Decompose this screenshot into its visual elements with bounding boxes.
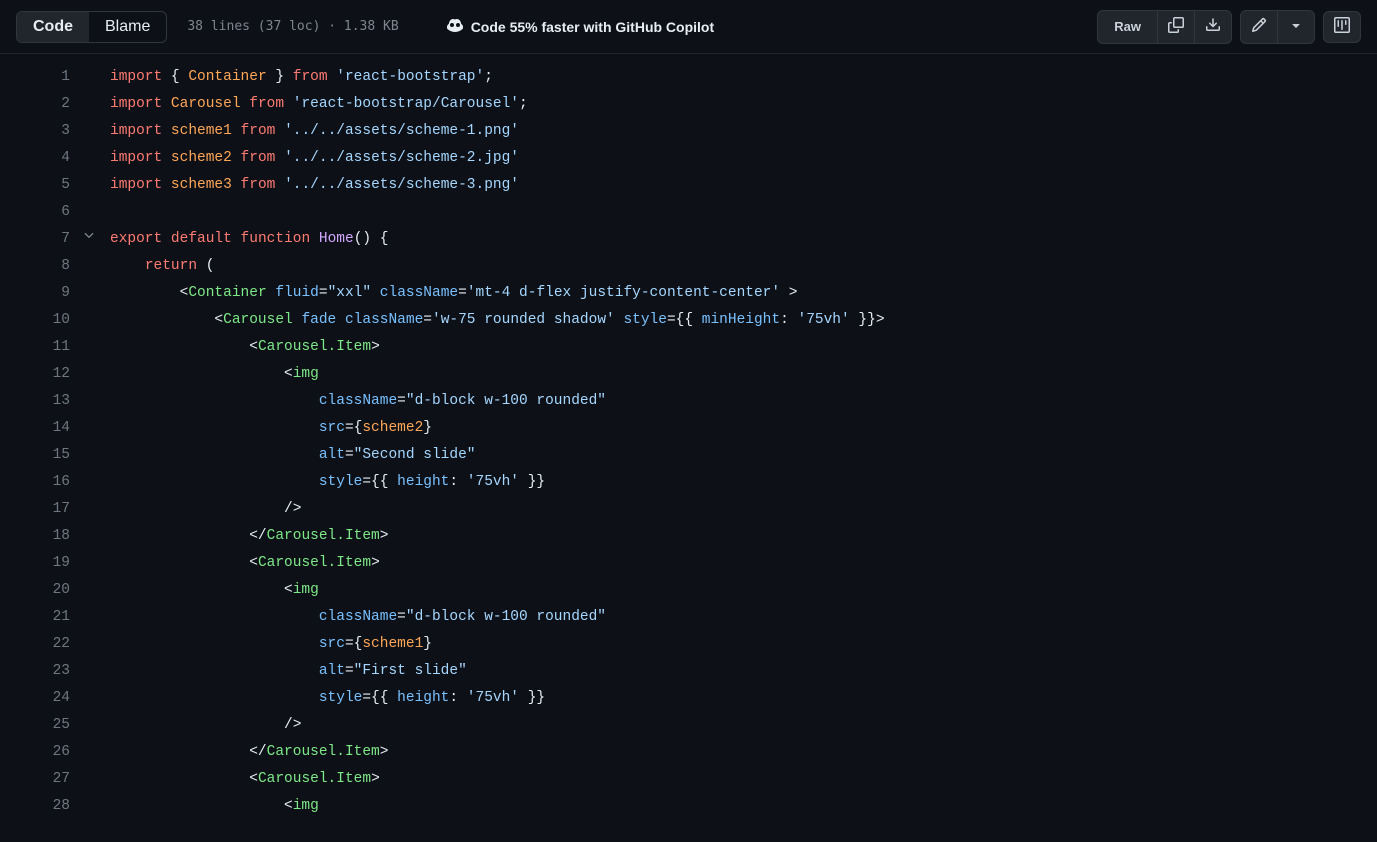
line-number[interactable]: 27 bbox=[0, 766, 110, 793]
pencil-icon bbox=[1251, 17, 1267, 36]
symbols-icon bbox=[1334, 17, 1350, 36]
file-toolbar: Code Blame 38 lines (37 loc) · 1.38 KB C… bbox=[0, 0, 1377, 54]
raw-button[interactable]: Raw bbox=[1098, 11, 1157, 43]
raw-group: Raw bbox=[1097, 10, 1232, 44]
line-number[interactable]: 13 bbox=[0, 388, 110, 415]
copilot-text: Code 55% faster with GitHub Copilot bbox=[471, 19, 714, 35]
line-number[interactable]: 21 bbox=[0, 604, 110, 631]
line-number[interactable]: 28 bbox=[0, 793, 110, 820]
download-button[interactable] bbox=[1194, 11, 1231, 43]
line-number[interactable]: 15 bbox=[0, 442, 110, 469]
fold-caret-icon[interactable] bbox=[82, 226, 96, 253]
line-number[interactable]: 3 bbox=[0, 118, 110, 145]
code-viewer: 1234567891011121314151617181920212223242… bbox=[0, 54, 1377, 842]
line-number[interactable]: 17 bbox=[0, 496, 110, 523]
edit-group bbox=[1240, 10, 1315, 44]
line-number[interactable]: 16 bbox=[0, 469, 110, 496]
line-number[interactable]: 14 bbox=[0, 415, 110, 442]
view-tabs: Code Blame bbox=[16, 11, 167, 43]
code-line[interactable]: import scheme2 from '../../assets/scheme… bbox=[110, 145, 885, 172]
code-line[interactable]: <Container fluid="xxl" className='mt-4 d… bbox=[110, 280, 885, 307]
line-number[interactable]: 26 bbox=[0, 739, 110, 766]
line-number[interactable]: 4 bbox=[0, 145, 110, 172]
line-number[interactable]: 5 bbox=[0, 172, 110, 199]
edit-button[interactable] bbox=[1241, 11, 1277, 43]
blame-tab[interactable]: Blame bbox=[89, 12, 166, 42]
symbols-button[interactable] bbox=[1323, 11, 1361, 43]
code-line[interactable]: import scheme1 from '../../assets/scheme… bbox=[110, 118, 885, 145]
code-line[interactable]: alt="First slide" bbox=[110, 658, 885, 685]
code-line[interactable] bbox=[110, 199, 885, 226]
edit-dropdown[interactable] bbox=[1277, 11, 1314, 43]
code-line[interactable]: <img bbox=[110, 577, 885, 604]
code-line[interactable]: className="d-block w-100 rounded" bbox=[110, 604, 885, 631]
code-line[interactable]: <img bbox=[110, 361, 885, 388]
line-number[interactable]: 20 bbox=[0, 577, 110, 604]
code-line[interactable]: </Carousel.Item> bbox=[110, 739, 885, 766]
line-number[interactable]: 7 bbox=[0, 226, 110, 253]
line-number[interactable]: 25 bbox=[0, 712, 110, 739]
code-line[interactable]: style={{ height: '75vh' }} bbox=[110, 469, 885, 496]
line-number[interactable]: 12 bbox=[0, 361, 110, 388]
code-line[interactable]: src={scheme1} bbox=[110, 631, 885, 658]
line-number[interactable]: 23 bbox=[0, 658, 110, 685]
code-line[interactable]: <Carousel.Item> bbox=[110, 334, 885, 361]
code-line[interactable]: className="d-block w-100 rounded" bbox=[110, 388, 885, 415]
code-line[interactable]: <Carousel fade className='w-75 rounded s… bbox=[110, 307, 885, 334]
code-line[interactable]: <Carousel.Item> bbox=[110, 550, 885, 577]
copy-icon bbox=[1168, 17, 1184, 36]
caret-down-icon bbox=[1288, 17, 1304, 36]
line-number[interactable]: 19 bbox=[0, 550, 110, 577]
code-line[interactable]: /> bbox=[110, 496, 885, 523]
code-content[interactable]: import { Container } from 'react-bootstr… bbox=[110, 54, 885, 842]
code-line[interactable]: import Carousel from 'react-bootstrap/Ca… bbox=[110, 91, 885, 118]
code-line[interactable]: style={{ height: '75vh' }} bbox=[110, 685, 885, 712]
code-line[interactable]: alt="Second slide" bbox=[110, 442, 885, 469]
code-line[interactable]: import { Container } from 'react-bootstr… bbox=[110, 64, 885, 91]
line-number[interactable]: 18 bbox=[0, 523, 110, 550]
code-line[interactable]: return ( bbox=[110, 253, 885, 280]
file-info-text: 38 lines (37 loc) · 1.38 KB bbox=[187, 19, 398, 34]
line-number[interactable]: 10 bbox=[0, 307, 110, 334]
code-tab[interactable]: Code bbox=[17, 12, 89, 42]
code-line[interactable]: </Carousel.Item> bbox=[110, 523, 885, 550]
code-line[interactable]: import scheme3 from '../../assets/scheme… bbox=[110, 172, 885, 199]
code-line[interactable]: <img bbox=[110, 793, 885, 820]
line-number[interactable]: 2 bbox=[0, 91, 110, 118]
line-number[interactable]: 9 bbox=[0, 280, 110, 307]
copilot-icon bbox=[447, 17, 463, 36]
code-line[interactable]: src={scheme2} bbox=[110, 415, 885, 442]
line-number[interactable]: 6 bbox=[0, 199, 110, 226]
code-line[interactable]: /> bbox=[110, 712, 885, 739]
line-number[interactable]: 22 bbox=[0, 631, 110, 658]
line-number[interactable]: 24 bbox=[0, 685, 110, 712]
download-icon bbox=[1205, 17, 1221, 36]
code-line[interactable]: <Carousel.Item> bbox=[110, 766, 885, 793]
copilot-promo[interactable]: Code 55% faster with GitHub Copilot bbox=[447, 17, 714, 36]
action-buttons: Raw bbox=[1097, 10, 1361, 44]
line-number[interactable]: 11 bbox=[0, 334, 110, 361]
copy-button[interactable] bbox=[1157, 11, 1194, 43]
code-line[interactable]: export default function Home() { bbox=[110, 226, 885, 253]
line-number-gutter: 1234567891011121314151617181920212223242… bbox=[0, 54, 110, 842]
line-number[interactable]: 1 bbox=[0, 64, 110, 91]
line-number[interactable]: 8 bbox=[0, 253, 110, 280]
